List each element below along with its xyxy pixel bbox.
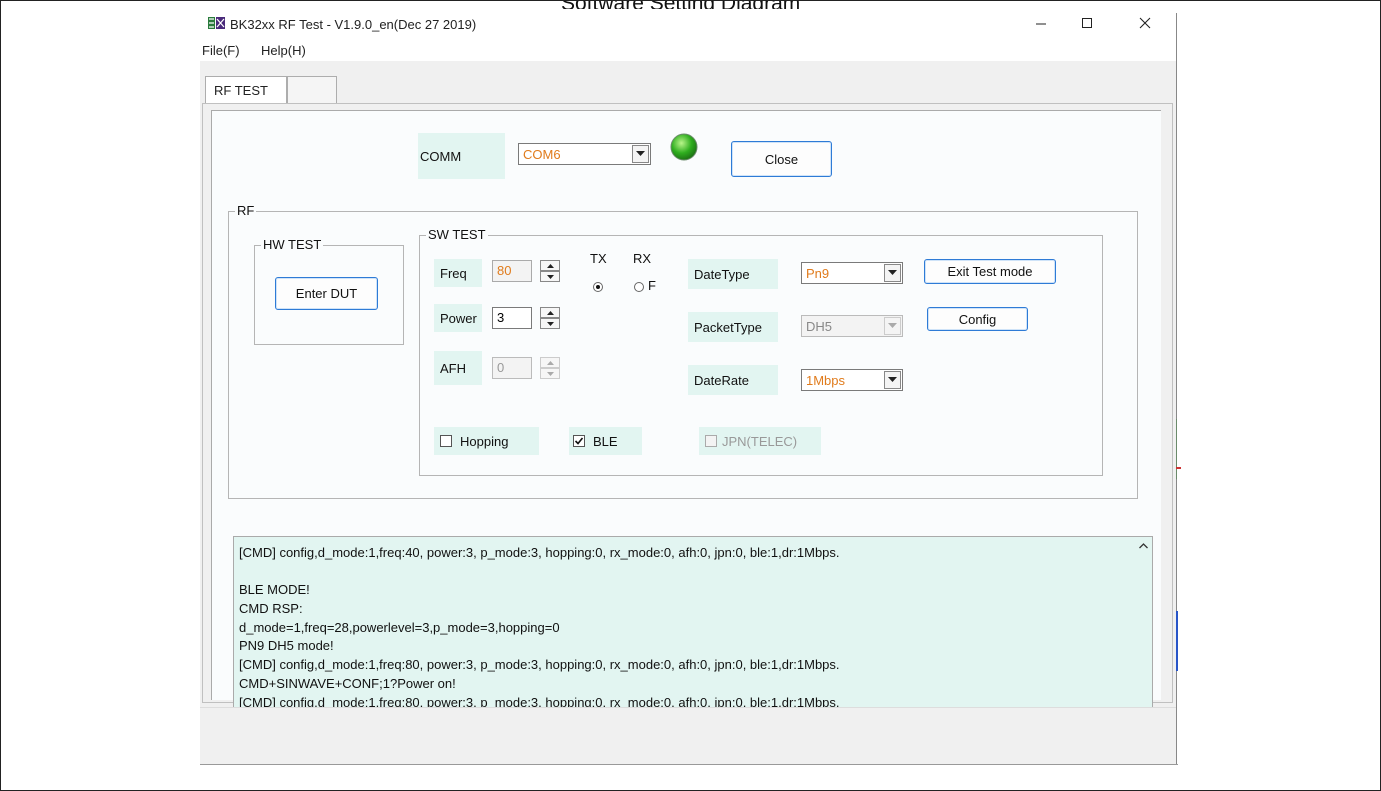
menu-file[interactable]: File(F) [202, 43, 240, 58]
date-type-value: Pn9 [806, 266, 830, 281]
hopping-option[interactable]: Hopping [434, 427, 539, 455]
title-bar[interactable]: BK32xx RF Test - V1.9.0_en(Dec 27 2019) [200, 9, 1176, 39]
comm-label: COMM [418, 133, 505, 179]
close-window-button[interactable] [1122, 9, 1168, 37]
edge-artifact [1176, 611, 1181, 671]
rf-test-panel: COMM COM6 Close RF HW TEST Enter DUT SW … [202, 103, 1173, 716]
spin-down-icon [540, 368, 560, 379]
hopping-label: Hopping [460, 434, 509, 449]
spin-down-icon[interactable] [540, 318, 560, 329]
log-line: [CMD] config,d_mode:1,freq:40, power:3, … [239, 545, 840, 560]
date-rate-value: 1Mbps [806, 373, 846, 388]
chevron-down-icon[interactable] [884, 264, 901, 282]
chevron-down-icon[interactable] [632, 145, 649, 163]
packet-type-value: DH5 [806, 319, 833, 334]
freq-value[interactable]: 80 [492, 260, 532, 282]
window-title: BK32xx RF Test - V1.9.0_en(Dec 27 2019) [230, 17, 477, 32]
minimize-button[interactable] [1018, 9, 1064, 37]
log-line: d_mode=1,freq=28,powerlevel=3,p_mode=3,h… [239, 620, 560, 635]
hopping-checkbox[interactable] [440, 435, 452, 447]
rx-radio-text: F [648, 278, 656, 293]
afh-value: 0 [492, 357, 532, 379]
rx-radio[interactable] [634, 282, 644, 292]
document-divider [200, 764, 1178, 765]
menu-help[interactable]: Help(H) [261, 43, 306, 58]
jpn-label: JPN(TELEC) [722, 434, 798, 449]
date-type-select[interactable]: Pn9 [801, 262, 903, 284]
edge-artifact [1176, 467, 1181, 469]
packet-type-label: PacketType [688, 312, 778, 342]
ble-label: BLE [593, 434, 618, 449]
date-rate-label: DateRate [688, 365, 778, 395]
log-console[interactable]: [CMD] config,d_mode:1,freq:40, power:3, … [233, 536, 1153, 716]
sw-test-title: SW TEST [426, 227, 488, 242]
tab-rf-test[interactable]: RF TEST [205, 76, 287, 104]
chevron-down-icon [884, 317, 901, 335]
afh-updown [540, 357, 560, 379]
log-line: PN9 DH5 mode! [239, 638, 334, 653]
comm-port-select[interactable]: COM6 [518, 143, 651, 165]
maximize-icon [1082, 18, 1092, 28]
log-scrollbar[interactable] [1135, 537, 1152, 715]
client-area: RF TEST COMM COM6 Close RF HW TEST Enter… [200, 61, 1176, 764]
exit-test-mode-button[interactable]: Exit Test mode [924, 259, 1056, 284]
connection-status-indicator [670, 133, 698, 161]
panel-content: COMM COM6 Close RF HW TEST Enter DUT SW … [211, 110, 1161, 716]
comm-port-value: COM6 [523, 147, 561, 162]
power-label: Power [434, 304, 482, 332]
log-line: [CMD] config,d_mode:1,freq:80, power:3, … [239, 657, 840, 672]
freq-updown[interactable] [540, 260, 560, 282]
ble-option[interactable]: BLE [569, 427, 642, 455]
log-line: BLE MODE! [239, 582, 310, 597]
afh-label: AFH [434, 351, 482, 385]
power-updown[interactable] [540, 307, 560, 329]
chevron-down-icon[interactable] [884, 371, 901, 389]
tab-strip: RF TEST [202, 76, 1174, 104]
checkmark-icon [574, 437, 584, 445]
spin-down-icon[interactable] [540, 271, 560, 282]
log-line: CMD RSP: [239, 601, 303, 616]
app-window: BK32xx RF Test - V1.9.0_en(Dec 27 2019) … [200, 9, 1176, 764]
rx-label: RX [633, 251, 652, 266]
menu-bar: File(F) Help(H) [200, 39, 1176, 61]
packet-type-select: DH5 [801, 315, 903, 337]
close-port-button[interactable]: Close [731, 141, 832, 177]
tx-radio[interactable] [593, 282, 603, 292]
rf-group-title: RF [235, 203, 257, 218]
page: Software Setting Diagram BK32xx RF Test … [0, 0, 1381, 791]
date-rate-select[interactable]: 1Mbps [801, 369, 903, 391]
tx-label: TX [590, 251, 607, 266]
status-bar [200, 707, 1176, 764]
bk-app-icon [208, 17, 225, 29]
spin-up-icon [540, 357, 560, 368]
maximize-button[interactable] [1064, 9, 1110, 37]
edge-artifact [1176, 419, 1181, 479]
minimize-icon [1036, 23, 1046, 25]
hw-test-title: HW TEST [261, 237, 324, 252]
enter-dut-button[interactable]: Enter DUT [275, 277, 378, 310]
radio-dot [596, 285, 600, 289]
spin-up-icon[interactable] [540, 307, 560, 318]
ble-checkbox[interactable] [573, 435, 585, 447]
date-type-label: DateType [688, 259, 778, 289]
tab-second[interactable] [287, 76, 337, 104]
jpn-checkbox [705, 435, 717, 447]
chevron-up-icon[interactable] [1139, 543, 1148, 549]
spin-up-icon[interactable] [540, 260, 560, 271]
power-value[interactable]: 3 [492, 307, 532, 329]
jpn-option: JPN(TELEC) [699, 427, 821, 455]
close-icon [1139, 17, 1151, 29]
config-button[interactable]: Config [927, 307, 1028, 331]
log-line: CMD+SINWAVE+CONF;1?Power on! [239, 676, 456, 691]
freq-label: Freq [434, 259, 482, 287]
